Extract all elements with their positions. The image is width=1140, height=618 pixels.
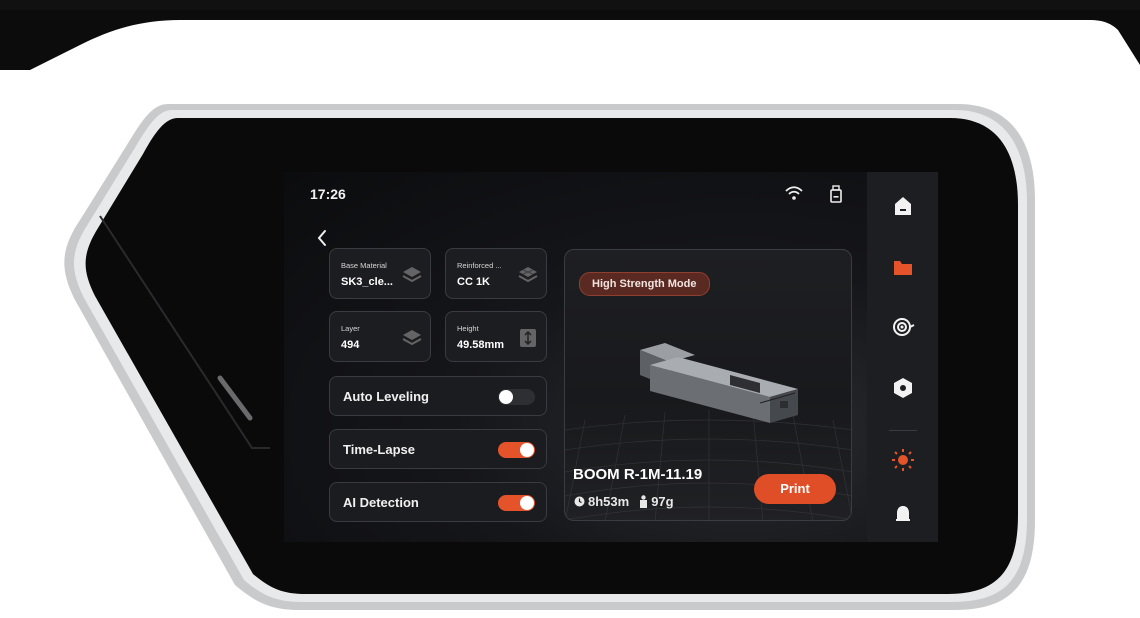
3d-model-thumbnail <box>640 343 798 423</box>
layers-icon <box>402 330 422 346</box>
toggle-knob <box>499 390 513 404</box>
layer-card: Layer 494 <box>329 311 431 362</box>
fiber-layers-icon <box>518 267 538 283</box>
card-value: CC 1K <box>457 276 491 288</box>
filament-weight: 97g <box>651 494 674 509</box>
toggle-knob <box>520 496 534 510</box>
hexagon-nozzle-icon[interactable] <box>891 376 915 400</box>
auto-leveling-toggle[interactable] <box>498 389 535 405</box>
right-sidebar <box>867 172 938 542</box>
usb-drive-icon <box>830 185 842 203</box>
time-lapse-row[interactable]: Time-Lapse <box>329 429 547 469</box>
filament-spool-icon[interactable] <box>891 315 915 339</box>
sidebar-divider <box>889 430 917 431</box>
toggle-knob <box>520 443 534 457</box>
home-icon[interactable] <box>891 194 915 218</box>
setting-label: AI Detection <box>343 495 419 510</box>
high-strength-mode-badge: High Strength Mode <box>579 272 710 296</box>
layers-icon <box>402 267 422 283</box>
card-value: SK3_cle... <box>341 276 393 288</box>
print-duration: 8h53m <box>588 494 630 509</box>
card-value: 49.58mm <box>457 339 505 351</box>
print-button[interactable]: Print <box>754 474 836 504</box>
card-label: Height <box>457 324 479 333</box>
reinforced-material-card[interactable]: Reinforced ... CC 1K <box>445 248 547 299</box>
bell-icon[interactable] <box>891 502 915 526</box>
weight-icon <box>640 495 648 508</box>
status-time: 17:26 <box>310 186 346 202</box>
setting-label: Auto Leveling <box>343 389 429 404</box>
card-label: Base Material <box>341 261 387 270</box>
time-lapse-toggle[interactable] <box>498 442 535 458</box>
model-preview-panel: High Strength Mode BOOM R-1M-11.19 8h53m… <box>564 249 852 521</box>
clock-icon <box>574 496 585 507</box>
card-value: 494 <box>341 339 360 351</box>
base-material-card[interactable]: Base Material SK3_cle... <box>329 248 431 299</box>
ai-detection-toggle[interactable] <box>498 495 535 511</box>
print-meta: 8h53m 97g <box>574 494 674 509</box>
folder-icon[interactable] <box>891 256 915 280</box>
touch-screen: 17:26 Base Material SK3_cle... Reinforce… <box>284 172 938 542</box>
setting-label: Time-Lapse <box>343 442 416 457</box>
status-bar: 17:26 <box>284 172 867 216</box>
height-card: Height 49.58mm <box>445 311 547 362</box>
auto-leveling-row[interactable]: Auto Leveling <box>329 376 547 416</box>
card-label: Layer <box>341 324 360 333</box>
card-label: Reinforced ... <box>457 261 502 270</box>
height-ruler-icon <box>520 329 536 347</box>
light-icon[interactable] <box>891 448 915 472</box>
wifi-icon <box>785 186 803 200</box>
file-name: BOOM R-1M-11.19 <box>573 466 703 483</box>
ai-detection-row[interactable]: AI Detection <box>329 482 547 522</box>
chevron-left-icon[interactable] <box>314 228 330 248</box>
